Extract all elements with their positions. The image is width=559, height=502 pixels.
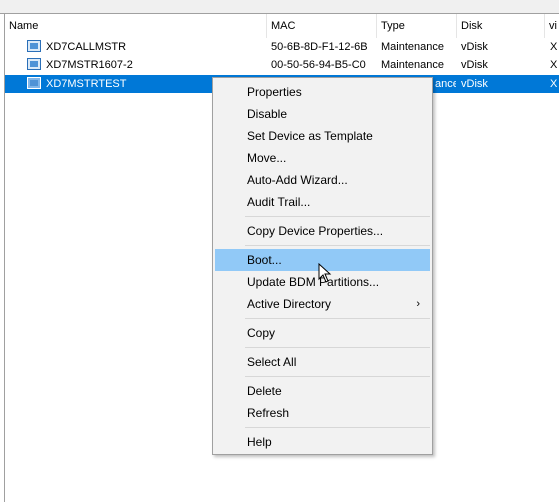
menu-separator [245,376,430,377]
menu-item-disable[interactable]: Disable [215,103,430,125]
row-disk: vDisk [461,41,488,53]
table-row[interactable]: XD7MSTR1607-2 00-50-56-94-B5-C0 Maintena… [5,56,559,74]
row-extra: X [550,41,558,53]
menu-separator [245,347,430,348]
menu-separator [245,216,430,217]
menu-item-delete[interactable]: Delete [215,380,430,402]
menu-item-auto-add-wizard[interactable]: Auto-Add Wizard... [215,169,430,191]
column-header-type[interactable]: Type [377,14,456,38]
row-type: Maintenance [381,41,444,53]
column-header-name[interactable]: Name [5,14,266,38]
chevron-right-icon: › [416,298,420,310]
menu-item-move[interactable]: Move... [215,147,430,169]
row-disk: vDisk [461,59,488,71]
device-icon [27,40,41,52]
menu-item-help[interactable]: Help [215,431,430,453]
menu-item-set-device-as-template[interactable]: Set Device as Template [215,125,430,147]
table-row[interactable]: XD7CALLMSTR 50-6B-8D-F1-12-6B Maintenanc… [5,38,559,56]
row-type: ance [435,78,456,90]
row-name: XD7CALLMSTR [46,41,127,53]
column-header-extra[interactable]: vi [545,14,559,38]
device-icon [27,58,41,70]
mouse-pointer-icon [318,263,332,283]
row-mac: 50-6B-8D-F1-12-6B [271,41,368,53]
menu-item-audit-trail[interactable]: Audit Trail... [215,191,430,213]
column-header-mac[interactable]: MAC [267,14,376,38]
row-disk: vDisk [461,78,488,90]
list-header: Name MAC Type Disk vi [5,14,559,38]
menu-item-properties[interactable]: Properties [215,81,430,103]
menu-item-copy-device-properties[interactable]: Copy Device Properties... [215,220,430,242]
menu-item-select-all[interactable]: Select All [215,351,430,373]
menu-separator [245,427,430,428]
top-strip [0,0,559,13]
row-extra: X [550,78,558,90]
row-name: XD7MSTRTEST [46,78,127,90]
row-extra: X [550,59,558,71]
column-header-disk[interactable]: Disk [457,14,544,38]
row-name: XD7MSTR1607-2 [46,59,133,71]
row-type: Maintenance [381,59,444,71]
row-mac: 00-50-56-94-B5-C0 [271,59,366,71]
menu-item-label: Active Directory [247,297,332,311]
menu-item-copy[interactable]: Copy [215,322,430,344]
menu-separator [245,318,430,319]
menu-separator [245,245,430,246]
device-icon [27,77,41,89]
menu-item-active-directory[interactable]: Active Directory › [215,293,430,315]
menu-item-refresh[interactable]: Refresh [215,402,430,424]
